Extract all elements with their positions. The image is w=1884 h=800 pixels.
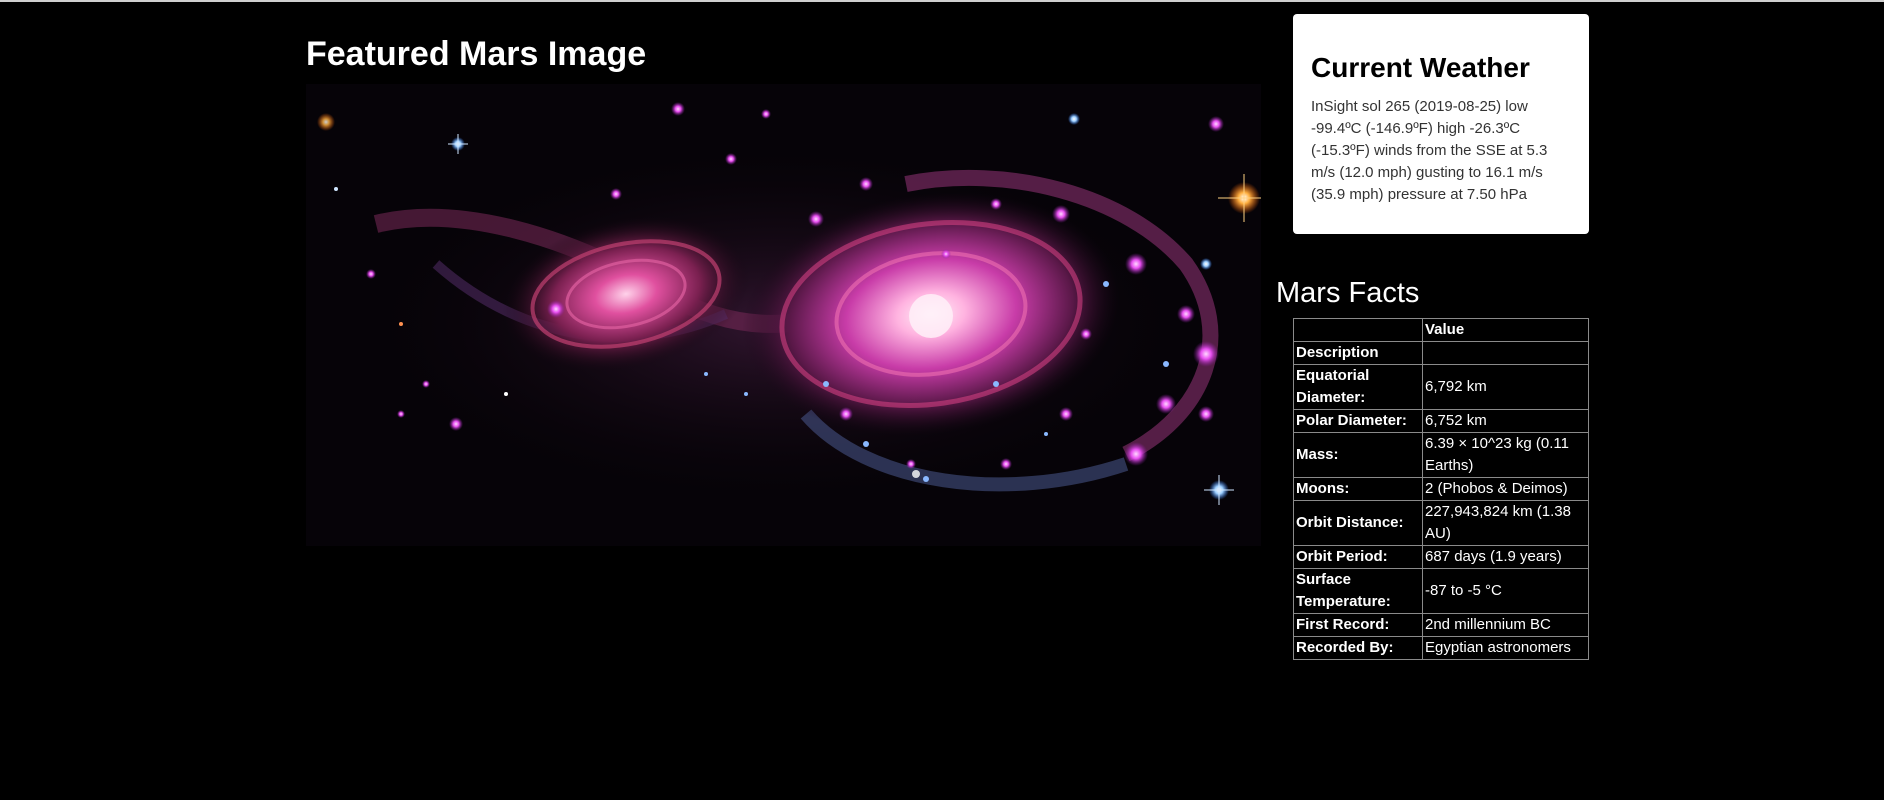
fact-key: Description [1293, 341, 1423, 365]
table-row: Orbit Distance: 227,943,824 km (1.38 AU) [1293, 500, 1589, 546]
table-header-key [1293, 318, 1423, 342]
featured-image-title: Featured Mars Image [306, 35, 647, 73]
table-row: Description [1293, 341, 1589, 365]
table-header-row: Value [1293, 318, 1589, 342]
top-border [0, 0, 1884, 2]
fact-value: 6.39 × 10^23 kg (0.11 Earths) [1422, 432, 1589, 478]
fact-key: Recorded By: [1293, 636, 1423, 660]
fact-value [1422, 341, 1589, 365]
fact-value: 2 (Phobos & Deimos) [1422, 477, 1589, 501]
fact-value: Egyptian astronomers [1422, 636, 1589, 660]
fact-value: 6,792 km [1422, 364, 1589, 410]
fact-value: -87 to -5 °C [1422, 568, 1589, 614]
table-row: Equatorial Diameter: 6,792 km [1293, 364, 1589, 410]
mars-facts-title: Mars Facts [1276, 277, 1420, 309]
fact-value: 687 days (1.9 years) [1422, 545, 1589, 569]
fact-value: 6,752 km [1422, 409, 1589, 433]
table-row: Recorded By: Egyptian astronomers [1293, 636, 1589, 660]
current-weather-panel: Current Weather InSight sol 265 (2019-08… [1293, 14, 1589, 234]
fact-key: First Record: [1293, 613, 1423, 637]
fact-key: Orbit Period: [1293, 545, 1423, 569]
table-row: First Record: 2nd millennium BC [1293, 613, 1589, 637]
mars-facts-table: Value Description Equatorial Diameter: 6… [1293, 318, 1589, 660]
fact-key: Mass: [1293, 432, 1423, 478]
fact-key: Polar Diameter: [1293, 409, 1423, 433]
table-header-value: Value [1422, 318, 1589, 342]
fact-value: 227,943,824 km (1.38 AU) [1422, 500, 1589, 546]
current-weather-title: Current Weather [1311, 52, 1530, 83]
fact-key: Orbit Distance: [1293, 500, 1423, 546]
featured-image-section: Featured Mars Image [306, 30, 1261, 78]
table-row: Mass: 6.39 × 10^23 kg (0.11 Earths) [1293, 432, 1589, 478]
table-row: Surface Temperature: -87 to -5 °C [1293, 568, 1589, 614]
current-weather-text: InSight sol 265 (2019-08-25) low -99.4ºC… [1311, 98, 1548, 203]
table-row: Moons: 2 (Phobos & Deimos) [1293, 477, 1589, 501]
table-row: Orbit Period: 687 days (1.9 years) [1293, 545, 1589, 569]
fact-key: Equatorial Diameter: [1293, 364, 1423, 410]
fact-key: Surface Temperature: [1293, 568, 1423, 614]
fact-value: 2nd millennium BC [1422, 613, 1589, 637]
fact-key: Moons: [1293, 477, 1423, 501]
table-row: Polar Diameter: 6,752 km [1293, 409, 1589, 433]
featured-mars-image[interactable] [306, 84, 1261, 546]
